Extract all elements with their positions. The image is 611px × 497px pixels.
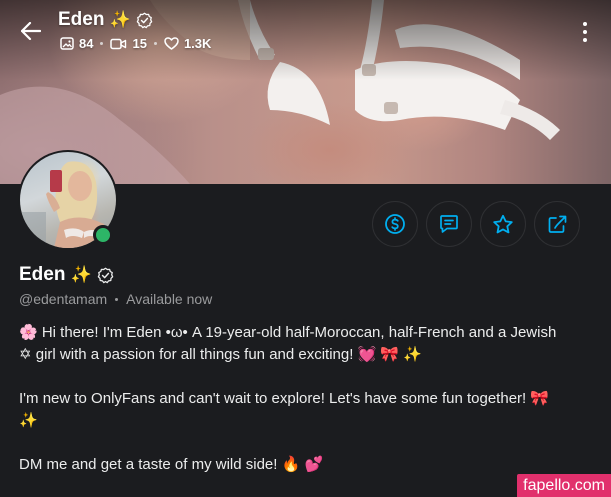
kebab-dot bbox=[583, 38, 587, 42]
share-button[interactable] bbox=[534, 201, 580, 247]
username-handle: @edentamam bbox=[19, 291, 108, 307]
avatar[interactable] bbox=[18, 150, 118, 250]
back-arrow-icon bbox=[21, 22, 41, 40]
bio-spacer bbox=[19, 432, 594, 454]
bio-line: ✡ girl with a passion for all things fun… bbox=[19, 346, 422, 363]
handle-row: @edentamam Available now bbox=[19, 291, 212, 307]
stat-separator bbox=[100, 42, 104, 45]
video-icon bbox=[110, 38, 127, 49]
verified-icon bbox=[136, 12, 152, 28]
favorite-button[interactable] bbox=[480, 201, 526, 247]
tip-button[interactable] bbox=[372, 201, 418, 247]
kebab-dot bbox=[583, 22, 587, 26]
bio-line: DM me and get a taste of my wild side! 🔥… bbox=[19, 456, 324, 473]
star-icon bbox=[493, 214, 513, 233]
message-icon bbox=[440, 215, 458, 233]
bio-line: 🌸 Hi there! I'm Eden •ω• A 19-year-old h… bbox=[19, 324, 557, 341]
image-icon bbox=[60, 37, 74, 50]
bio-spacer bbox=[19, 366, 594, 388]
profile-actions bbox=[372, 201, 580, 247]
videos-stat: 15 bbox=[110, 36, 147, 51]
more-options-button[interactable] bbox=[581, 22, 589, 42]
back-button[interactable] bbox=[18, 18, 44, 44]
share-icon bbox=[548, 215, 566, 233]
watermark: fapello.com bbox=[517, 474, 611, 497]
profile-bio: 🌸 Hi there! I'm Eden •ω• A 19-year-old h… bbox=[19, 322, 594, 476]
availability-status: Available now bbox=[126, 291, 213, 307]
profile-stats: 84 15 1.3K bbox=[60, 36, 211, 51]
sparkles-emoji: ✨ bbox=[109, 10, 131, 29]
kebab-dot bbox=[583, 30, 587, 34]
likes-count: 1.3K bbox=[183, 36, 212, 51]
top-bar: Eden ✨ 84 15 1.3K bbox=[0, 0, 611, 70]
header-name: Eden bbox=[58, 9, 105, 30]
photos-count: 84 bbox=[79, 36, 94, 51]
online-status-indicator bbox=[93, 225, 113, 245]
photos-stat: 84 bbox=[60, 36, 93, 51]
heart-icon bbox=[164, 37, 179, 50]
tip-dollar-icon bbox=[385, 214, 405, 234]
profile-name: Eden ✨ bbox=[19, 264, 114, 286]
profile-display-name: Eden bbox=[19, 264, 66, 285]
sparkles-emoji: ✨ bbox=[70, 265, 92, 284]
videos-count: 15 bbox=[132, 36, 147, 51]
bio-line: ✨ bbox=[19, 412, 38, 429]
bio-line: I'm new to OnlyFans and can't wait to ex… bbox=[19, 390, 550, 407]
likes-stat: 1.3K bbox=[164, 36, 211, 51]
stat-separator bbox=[153, 42, 157, 45]
header-title: Eden ✨ bbox=[58, 9, 153, 31]
message-button[interactable] bbox=[426, 201, 472, 247]
handle-separator bbox=[115, 297, 119, 301]
verified-icon bbox=[97, 267, 113, 283]
